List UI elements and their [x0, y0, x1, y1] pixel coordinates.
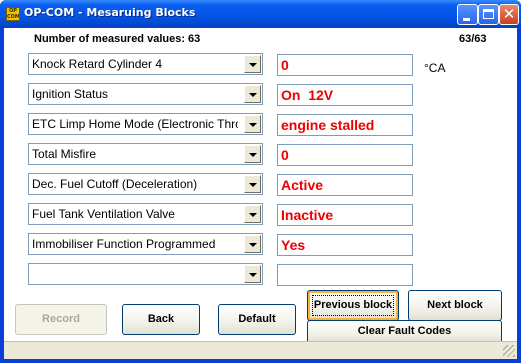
value-field-2: On 12V: [277, 84, 413, 106]
value-field-3: engine stalled: [277, 114, 413, 136]
page-indicator: 63/63: [459, 33, 487, 45]
value-field-7: Yes: [277, 234, 413, 256]
value-text: engine stalled: [281, 117, 375, 133]
focus-rectangle: [312, 295, 394, 316]
dropdown-arrow-icon[interactable]: [244, 235, 261, 253]
dropdown-arrow-icon[interactable]: [244, 145, 261, 163]
measure-selector-7[interactable]: Immobiliser Function Programmed: [28, 233, 263, 255]
value-text: 0: [281, 147, 289, 163]
measure-selector-2[interactable]: Ignition Status: [28, 83, 263, 105]
measure-selector-label: Fuel Tank Ventilation Valve: [32, 207, 175, 221]
back-button[interactable]: Back: [122, 304, 200, 335]
maximize-button[interactable]: [478, 4, 499, 25]
maximize-icon: [483, 9, 494, 19]
measure-selector-3[interactable]: ETC Limp Home Mode (Electronic Throt: [28, 113, 263, 135]
value-text: On 12V: [281, 87, 334, 103]
measure-selector-5[interactable]: Dec. Fuel Cutoff (Deceleration): [28, 173, 263, 195]
measure-selector-8[interactable]: [28, 263, 263, 285]
default-button-label: Default: [238, 313, 276, 325]
dropdown-arrow-icon[interactable]: [244, 115, 261, 133]
next-block-button-label: Next block: [427, 299, 483, 311]
measure-selector-label: Immobiliser Function Programmed: [32, 237, 216, 251]
value-text: Active: [281, 177, 324, 193]
measure-selector-6[interactable]: Fuel Tank Ventilation Valve: [28, 203, 263, 225]
measure-selector-label: Knock Retard Cylinder 4: [32, 57, 163, 71]
title-bar[interactable]: OP COM OP-COM - Mesaruing Blocks ✕: [0, 0, 521, 28]
dropdown-arrow-icon[interactable]: [244, 205, 261, 223]
minimize-icon: [463, 18, 470, 21]
measure-selector-label: Dec. Fuel Cutoff (Deceleration): [32, 177, 198, 191]
value-field-6: Inactive: [277, 204, 413, 226]
measure-selector-4[interactable]: Total Misfire: [28, 143, 263, 165]
back-button-label: Back: [147, 313, 175, 325]
close-icon: ✕: [502, 5, 516, 23]
measure-selector-label: Total Misfire: [32, 147, 97, 161]
app-window: OP COM OP-COM - Mesaruing Blocks ✕ Numbe…: [0, 0, 521, 363]
record-button[interactable]: Record: [15, 304, 107, 335]
dropdown-arrow-icon[interactable]: [244, 265, 261, 283]
value-field-8: [277, 264, 413, 286]
value-text: Inactive: [281, 207, 334, 223]
clear-fault-codes-button[interactable]: Clear Fault Codes: [307, 320, 502, 343]
opcom-app-icon: OP COM: [6, 7, 20, 21]
measure-selector-label: ETC Limp Home Mode (Electronic Throt: [32, 117, 238, 131]
minimize-button[interactable]: [457, 4, 478, 25]
dropdown-arrow-icon[interactable]: [244, 55, 261, 73]
value-text: Yes: [281, 237, 306, 253]
value-field-5: Active: [277, 174, 413, 196]
value-field-1: 0: [277, 54, 413, 76]
previous-block-button[interactable]: Previous block: [307, 290, 399, 321]
next-block-button[interactable]: Next block: [408, 290, 502, 321]
value-text: 0: [281, 57, 289, 73]
measure-selector-1[interactable]: Knock Retard Cylinder 4: [28, 53, 263, 75]
window-title: OP-COM - Mesaruing Blocks: [24, 6, 196, 19]
record-button-label: Record: [42, 313, 80, 325]
resize-grip-icon[interactable]: [503, 345, 515, 357]
measure-selector-label: Ignition Status: [32, 87, 109, 101]
close-button[interactable]: ✕: [499, 4, 519, 25]
dropdown-arrow-icon[interactable]: [244, 175, 261, 193]
clear-fault-codes-button-label: Clear Fault Codes: [357, 325, 452, 337]
status-bar: [4, 341, 517, 359]
value-field-4: 0: [277, 144, 413, 166]
unit-label-1: °CA: [424, 61, 446, 75]
dropdown-arrow-icon[interactable]: [244, 85, 261, 103]
measured-count-label: Number of measured values: 63: [34, 33, 201, 45]
default-button[interactable]: Default: [218, 304, 296, 335]
